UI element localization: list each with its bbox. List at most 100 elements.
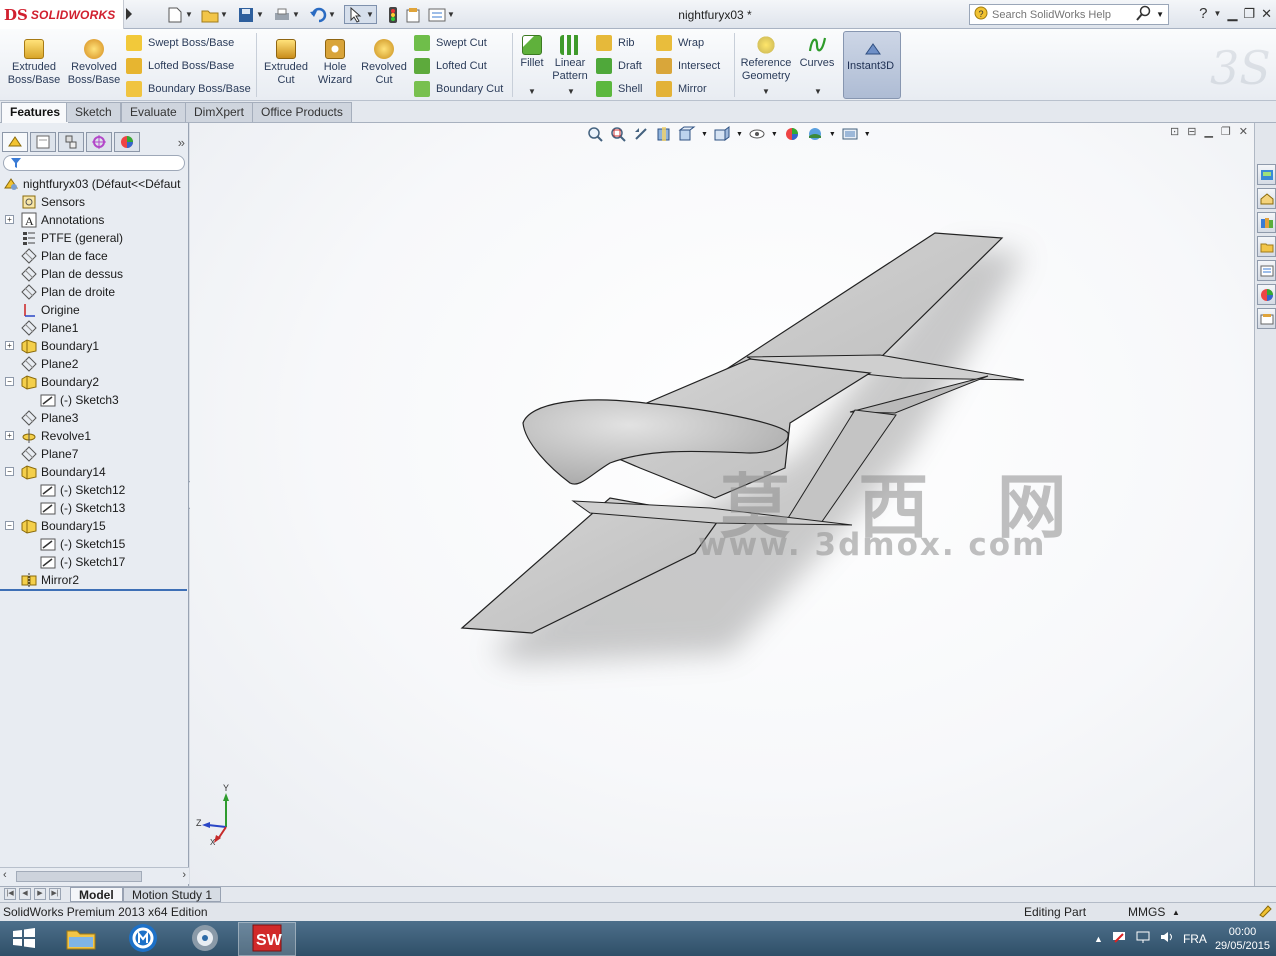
boundary-boss-button[interactable]: Boundary Boss/Base [126, 80, 251, 98]
collapse-icon[interactable]: − [5, 377, 14, 386]
display-manager-tab-icon[interactable] [114, 132, 140, 152]
tree-item[interactable]: Plane3 [0, 409, 189, 427]
shell-button[interactable]: Shell [596, 80, 642, 98]
scrollbar-thumb[interactable] [16, 871, 142, 882]
tree-item[interactable]: Plan de droite [0, 283, 189, 301]
feature-manager-tab-icon[interactable] [2, 132, 28, 152]
file-properties-button[interactable] [404, 5, 422, 24]
extruded-boss-button[interactable]: Extruded Boss/Base [6, 39, 62, 87]
fillet-button[interactable]: Fillet [516, 35, 548, 70]
custom-properties-tab-icon[interactable] [1257, 308, 1276, 329]
dimxpert-manager-tab-icon[interactable] [86, 132, 112, 152]
draft-button[interactable]: Draft [596, 57, 642, 75]
linear-pattern-button[interactable]: Linear Pattern [549, 35, 591, 83]
help-dropdown-icon[interactable]: ▼ [1214, 9, 1222, 18]
rib-button[interactable]: Rib [596, 34, 635, 52]
expand-icon[interactable]: + [5, 215, 14, 224]
open-button[interactable]: ▼ [201, 5, 228, 24]
rebuild-status-icon[interactable] [1258, 904, 1272, 921]
revolved-boss-button[interactable]: Revolved Boss/Base [66, 39, 122, 87]
tab-motion-study-1[interactable]: Motion Study 1 [123, 887, 222, 902]
system-clock[interactable]: 00:00 29/05/2015 [1215, 925, 1270, 953]
tree-item[interactable]: (-) Sketch3 [0, 391, 189, 409]
next-tab-icon[interactable]: ▶ [34, 888, 46, 900]
intersect-button[interactable]: Intersect [656, 57, 720, 75]
tree-item[interactable]: + Revolve1 [0, 427, 189, 445]
taskbar-media-player[interactable] [176, 922, 234, 956]
tree-item[interactable]: PTFE (general) [0, 229, 189, 247]
pattern-dropdown-icon[interactable]: ▼ [567, 87, 575, 96]
tree-item[interactable]: − Boundary14 [0, 463, 189, 481]
options-button[interactable]: ▼ [428, 5, 455, 24]
taskbar-file-explorer[interactable] [52, 922, 110, 956]
tree-item[interactable]: + A Annotations [0, 211, 189, 229]
menu-expand-arrow-icon[interactable] [126, 8, 132, 20]
curves-button[interactable]: Curves [797, 35, 837, 70]
tree-item[interactable]: Plan de face [0, 247, 189, 265]
tree-item[interactable]: (-) Sketch12 [0, 481, 189, 499]
minimize-icon[interactable]: ▁ [1227, 6, 1237, 22]
scroll-right-icon[interactable]: › [182, 869, 186, 881]
rebuild-button[interactable] [384, 5, 402, 24]
tab-model[interactable]: Model [70, 887, 123, 902]
language-indicator[interactable]: FRA [1183, 932, 1207, 946]
rollback-bar[interactable] [0, 589, 187, 591]
tree-item[interactable]: Plane1 [0, 319, 189, 337]
swept-boss-button[interactable]: Swept Boss/Base [126, 34, 234, 52]
tree-item[interactable]: Sensors [0, 193, 189, 211]
expand-icon[interactable]: + [5, 341, 14, 350]
tab-features[interactable]: Features [1, 102, 70, 123]
tree-item[interactable]: (-) Sketch13 [0, 499, 189, 517]
expand-icon[interactable]: + [5, 431, 14, 440]
tree-item[interactable]: Plan de dessus [0, 265, 189, 283]
help-icon[interactable]: ? [1199, 5, 1207, 22]
search-input[interactable] [992, 8, 1132, 21]
reference-geometry-button[interactable]: Reference Geometry [738, 35, 794, 83]
hole-wizard-button[interactable]: Hole Wizard [313, 39, 357, 87]
tree-item[interactable]: (-) Sketch15 [0, 535, 189, 553]
property-manager-tab-icon[interactable] [30, 132, 56, 152]
tree-item[interactable]: − Boundary2 [0, 373, 189, 391]
undo-button[interactable]: ▼ [309, 5, 336, 24]
last-tab-icon[interactable]: ▶| [49, 888, 61, 900]
reference-geometry-dropdown-icon[interactable]: ▼ [762, 87, 770, 96]
tab-office-products[interactable]: Office Products [252, 102, 352, 122]
units-selector[interactable]: MMGS [1128, 905, 1165, 919]
lofted-cut-button[interactable]: Lofted Cut [414, 57, 487, 75]
units-dropdown-icon[interactable]: ▲ [1172, 908, 1180, 917]
close-icon[interactable]: ✕ [1261, 6, 1272, 22]
tree-item[interactable]: Mirror2 [0, 571, 189, 589]
resources-tab-icon[interactable] [1257, 164, 1276, 185]
taskbar-solidworks[interactable]: SW [238, 922, 296, 956]
show-hidden-icons-icon[interactable]: ▲ [1094, 934, 1103, 944]
search-help-box[interactable]: ? ▼ [969, 4, 1169, 25]
taskbar-maxthon[interactable] [114, 922, 172, 956]
curves-dropdown-icon[interactable]: ▼ [814, 87, 822, 96]
boundary-cut-button[interactable]: Boundary Cut [414, 80, 503, 98]
tab-dimxpert[interactable]: DimXpert [185, 102, 254, 122]
scroll-left-icon[interactable]: ‹ [3, 869, 7, 881]
swept-cut-button[interactable]: Swept Cut [414, 34, 487, 52]
network-icon[interactable] [1135, 930, 1151, 947]
revolved-cut-button[interactable]: Revolved Cut [358, 39, 410, 87]
print-button[interactable]: ▼ [273, 5, 300, 24]
tree-item[interactable]: (-) Sketch17 [0, 553, 189, 571]
panel-horizontal-scrollbar[interactable]: ‹ › [0, 867, 189, 884]
tab-evaluate[interactable]: Evaluate [121, 102, 186, 122]
graphics-area[interactable]: ▼ ▼ ▼ ▼ ▼ ⊡ ⊟ ▁ ❐ ✕ 莫 西 网 www. 3dmox. co… [190, 123, 1254, 886]
action-center-icon[interactable] [1111, 930, 1127, 947]
restore-icon[interactable]: ❐ [1243, 6, 1255, 22]
prev-tab-icon[interactable]: ◀ [19, 888, 31, 900]
tree-item[interactable]: + Boundary1 [0, 337, 189, 355]
first-tab-icon[interactable]: |◀ [4, 888, 16, 900]
collapse-icon[interactable]: − [5, 467, 14, 476]
lofted-boss-button[interactable]: Lofted Boss/Base [126, 57, 234, 75]
new-document-button[interactable]: ▼ [166, 5, 193, 24]
collapse-icon[interactable]: − [5, 521, 14, 530]
save-button[interactable]: ▼ [237, 5, 264, 24]
configuration-manager-tab-icon[interactable] [58, 132, 84, 152]
tree-item[interactable]: − Boundary15 [0, 517, 189, 535]
extruded-cut-button[interactable]: Extruded Cut [260, 39, 312, 87]
volume-icon[interactable] [1159, 930, 1175, 947]
mirror-button[interactable]: Mirror [656, 80, 707, 98]
